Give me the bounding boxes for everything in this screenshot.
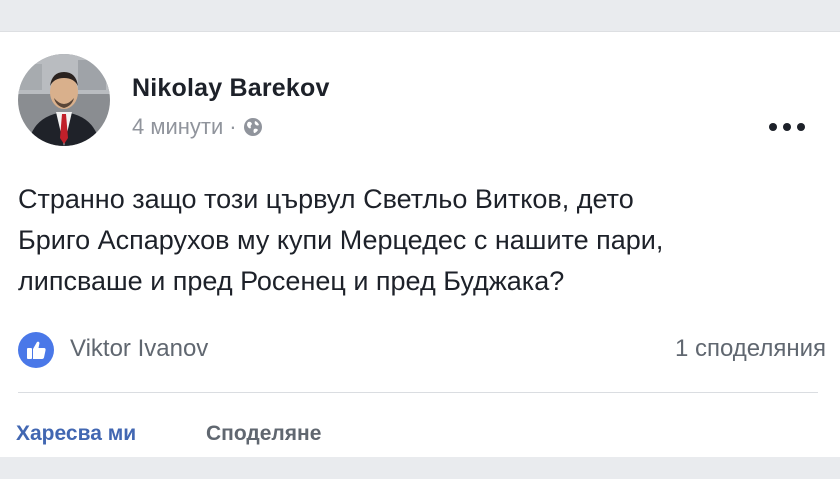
globe-icon [243,117,263,137]
post-text-line: Странно защо този цървул Светльо Витков,… [18,184,634,214]
author-avatar[interactable] [18,54,110,146]
reactions-summary: Viktor Ivanov 1 споделяния [18,332,826,368]
author-name[interactable]: Nikolay Barekov [132,74,330,103]
share-button[interactable]: Споделяне [206,422,321,446]
post-text-line: липсваше и пред Росенец и пред Буджака? [18,266,565,296]
feed-background-bottom [0,457,840,479]
more-options-button[interactable] [764,114,810,140]
post-meta: 4 минути · [132,114,263,140]
thumbs-up-icon[interactable] [18,332,54,368]
like-button[interactable]: Харесва ми [16,422,136,446]
feed-background-top [0,0,840,30]
shares-count[interactable]: 1 споделяния [675,335,826,363]
post-card: Nikolay Barekov 4 минути · Странно защо … [0,31,840,458]
post-text-line: Бриго Аспарухов му купи Мерцедес с нашит… [18,225,664,255]
more-dots-icon [769,123,805,131]
post-body: Странно защо този цървул Светльо Витков,… [18,179,818,302]
post-timestamp[interactable]: 4 минути [132,114,223,140]
reactor-name[interactable]: Viktor Ivanov [70,335,208,363]
divider [18,392,818,393]
meta-separator: · [229,114,237,139]
